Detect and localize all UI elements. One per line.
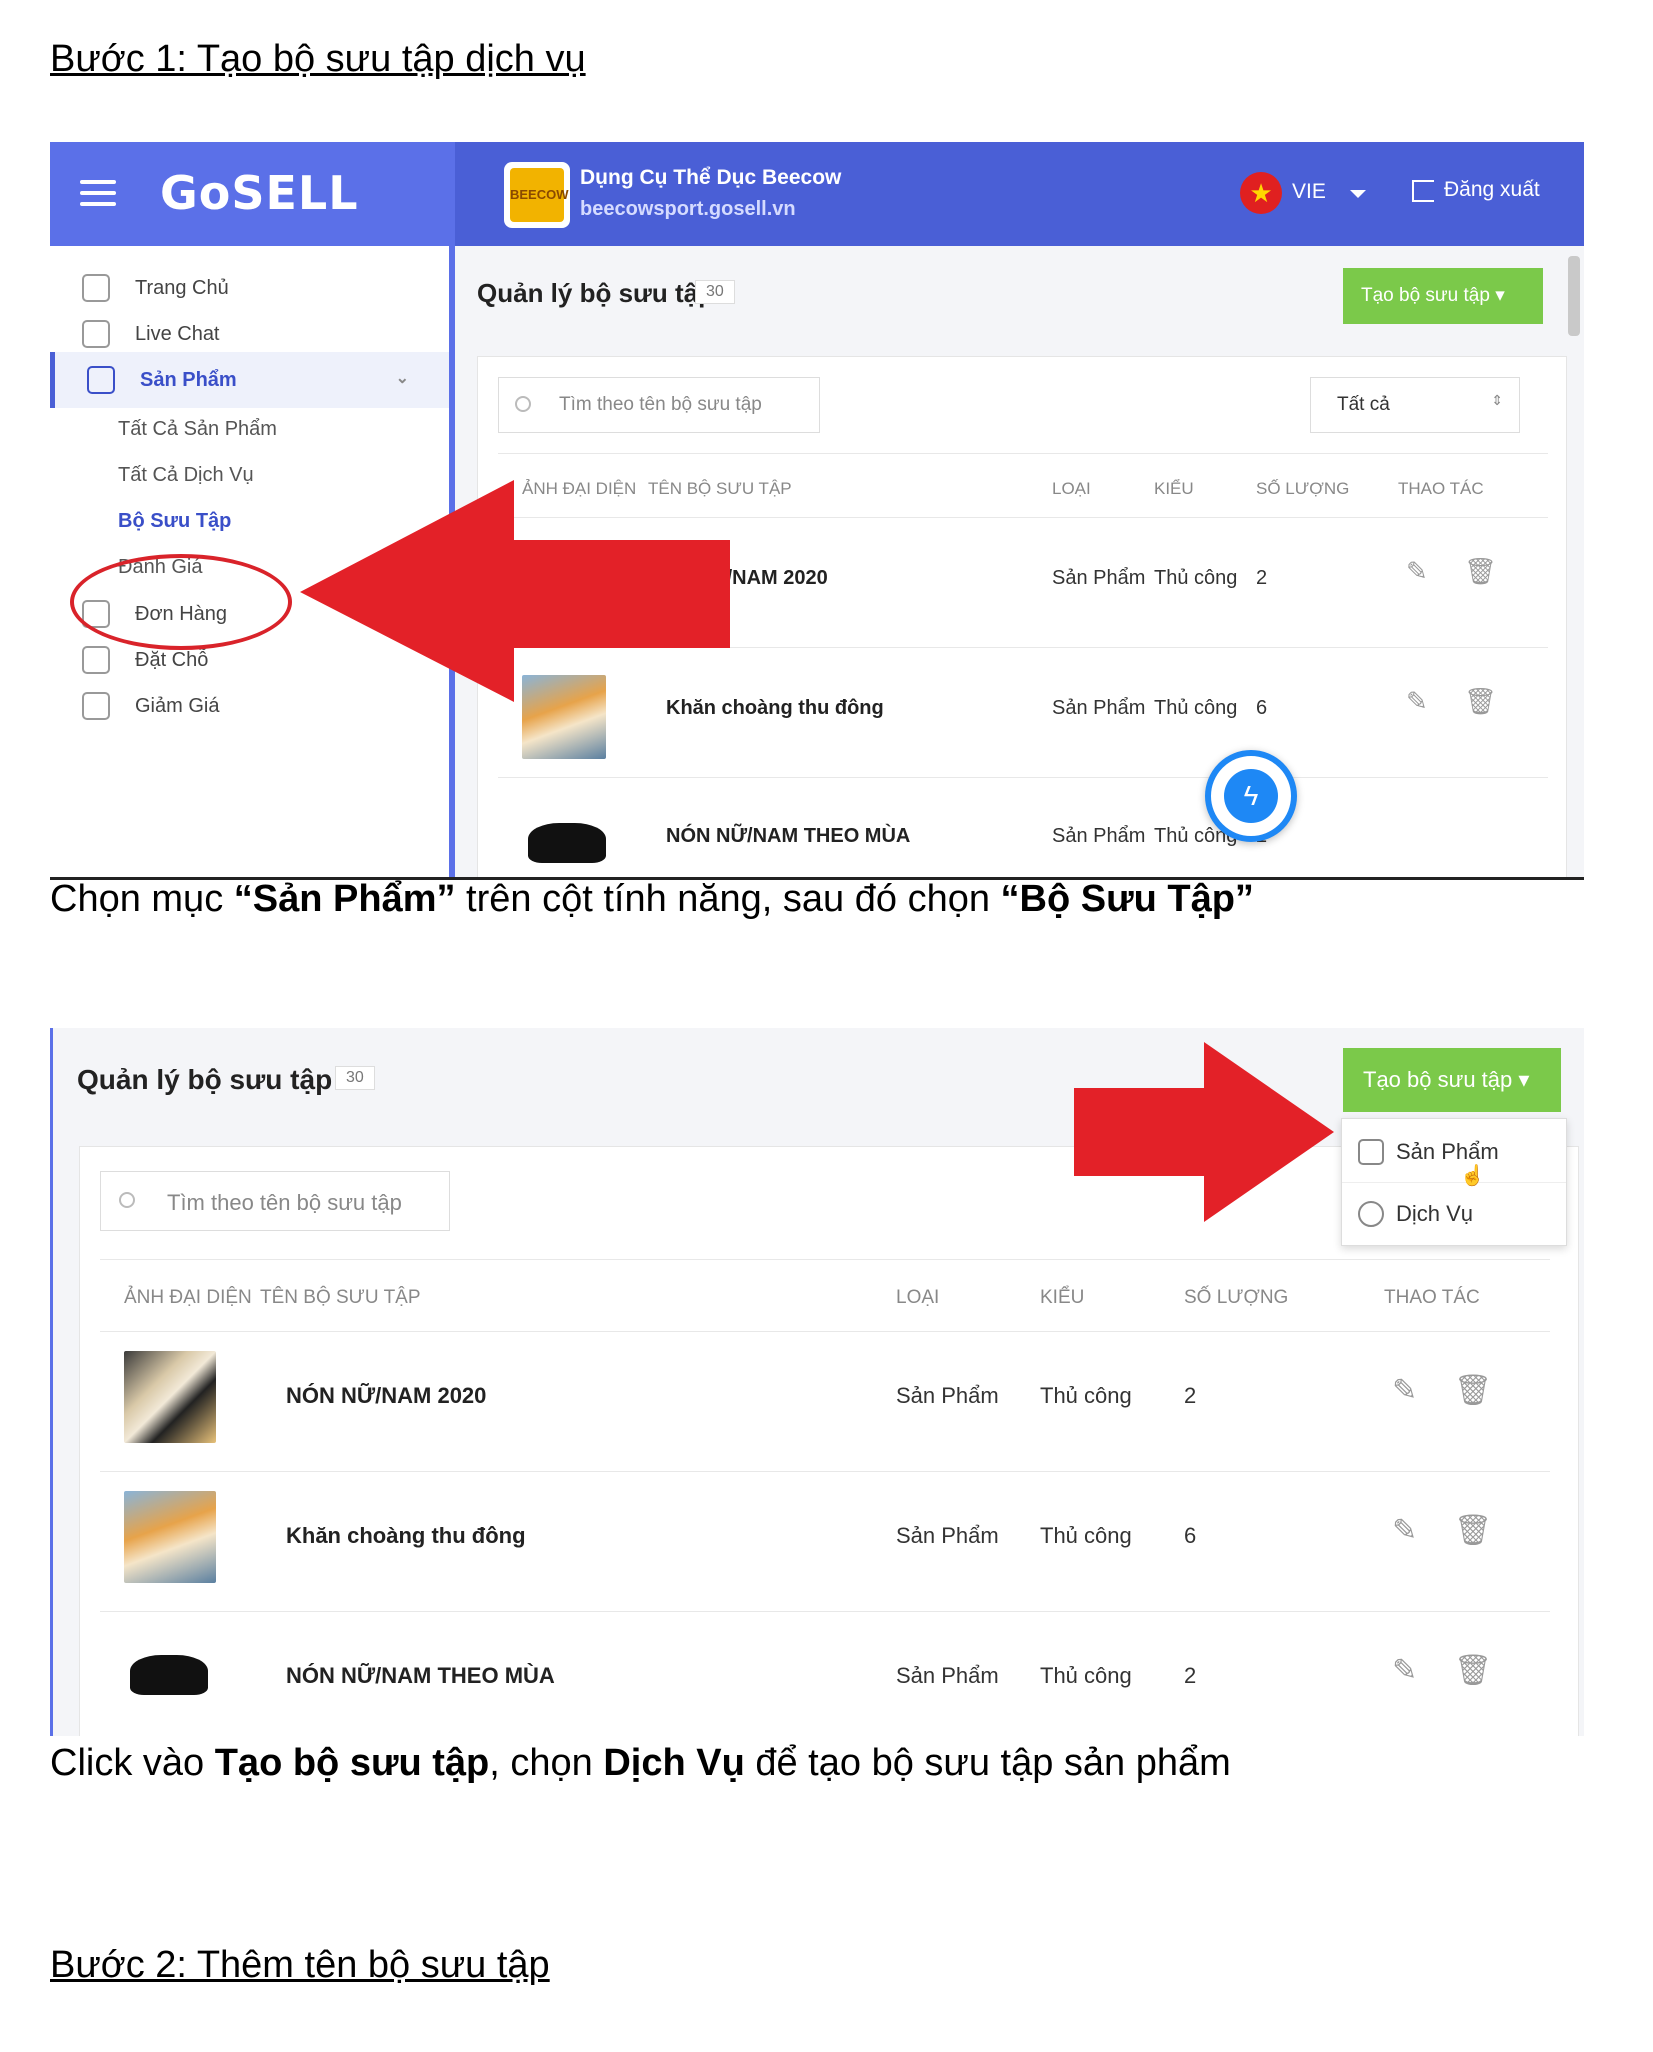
- page-title: Quản lý bộ sưu tập: [477, 278, 714, 308]
- filter-select[interactable]: Tất cả ⇕: [1310, 377, 1520, 433]
- step1b-caption: Click vào Tạo bộ sưu tập, chọn Dịch Vụ đ…: [50, 1742, 1231, 1784]
- step1-heading: Bước 1: Tạo bộ sưu tập dịch vụ: [50, 38, 586, 80]
- col-type: LOẠI: [1052, 479, 1091, 498]
- trash-icon[interactable]: 🗑: [1464, 687, 1497, 717]
- row2-type: Sản Phẩm: [1052, 697, 1146, 719]
- row2-kind: Thủ công: [1040, 1523, 1132, 1548]
- row1-thumbnail: [124, 1351, 216, 1443]
- row2-thumbnail: [124, 1491, 216, 1583]
- step1-caption: Chọn mục “Sản Phẩm” trên cột tính năng, …: [50, 878, 1254, 920]
- row1-type: Sản Phẩm: [896, 1383, 999, 1408]
- col-kind: KIỂU: [1154, 479, 1194, 498]
- chevron-down-icon: ⌄: [395, 370, 409, 387]
- search-icon: [119, 1192, 135, 1208]
- row3-type: Sản Phẩm: [896, 1663, 999, 1688]
- row2-name: Khăn choàng thu đông: [286, 1523, 526, 1548]
- sidebar-item-products[interactable]: Sản Phẩm ⌄: [50, 352, 449, 408]
- hamburger-menu-icon[interactable]: [80, 180, 116, 206]
- discount-icon: [82, 692, 110, 720]
- row3-name: NÓN NỮ/NAM THEO MÙA: [286, 1663, 555, 1688]
- chat-icon: [82, 320, 110, 348]
- dropdown-item-services[interactable]: Dịch Vụ: [1342, 1183, 1566, 1245]
- col-qty: SỐ LƯỢNG: [1256, 479, 1350, 498]
- row2-kind: Thủ công: [1154, 697, 1238, 719]
- trash-icon[interactable]: 🗑: [1454, 1653, 1492, 1688]
- shop-url: beecowsport.gosell.vn: [580, 198, 796, 220]
- trash-icon[interactable]: 🗑: [1454, 1513, 1492, 1548]
- shop-name: Dụng Cụ Thể Dục Beecow: [580, 166, 842, 189]
- language-selector[interactable]: VIE: [1292, 180, 1326, 204]
- step2-heading: Bước 2: Thêm tên bộ sưu tập: [50, 1944, 550, 1986]
- trash-icon[interactable]: 🗑: [1464, 557, 1497, 587]
- col-actions: THAO TÁC: [1398, 479, 1484, 498]
- red-arrow-left-icon: [300, 480, 730, 702]
- edit-icon[interactable]: ✎: [1392, 1653, 1417, 1688]
- col-name: TÊN BỘ SƯU TẬP: [260, 1287, 421, 1308]
- row3-qty: 2: [1184, 1663, 1197, 1688]
- row1-type: Sản Phẩm: [1052, 567, 1146, 589]
- col-kind: KIỂU: [1040, 1287, 1085, 1308]
- create-dropdown-menu: Sản Phẩm ☝ Dịch Vụ: [1341, 1118, 1567, 1246]
- row1-kind: Thủ công: [1154, 567, 1238, 589]
- row1-qty: 2: [1184, 1383, 1197, 1408]
- chevron-down-icon[interactable]: [1350, 190, 1366, 198]
- sidebar-sub-all-products[interactable]: Tất Cả Sản Phẩm: [118, 418, 277, 441]
- edit-icon[interactable]: ✎: [1392, 1373, 1417, 1408]
- sidebar-sub-collections[interactable]: Bộ Sưu Tập: [118, 510, 231, 533]
- edit-icon[interactable]: ✎: [1406, 687, 1428, 717]
- row3-type: Sản Phẩm: [1052, 825, 1146, 847]
- logo-area: GoSELL: [50, 142, 455, 246]
- row1-name: NÓN NỮ/NAM 2020: [286, 1383, 487, 1408]
- highlight-ellipse: [70, 554, 292, 650]
- calendar-icon: [82, 646, 110, 674]
- trash-icon[interactable]: 🗑: [1454, 1373, 1492, 1408]
- sidebar-sub-all-services[interactable]: Tất Cả Dịch Vụ: [118, 464, 254, 487]
- shop-avatar: BEECOW: [504, 162, 570, 228]
- screenshot-sidebar: GoSELL BEECOW Dụng Cụ Thể Dục Beecow bee…: [50, 142, 1584, 880]
- edit-icon[interactable]: ✎: [1392, 1513, 1417, 1548]
- logout-icon[interactable]: [1412, 180, 1434, 202]
- create-collection-button[interactable]: Tạo bộ sưu tập ▾: [1343, 268, 1543, 324]
- col-avatar: ẢNH ĐẠI DIỆN: [124, 1287, 252, 1308]
- red-arrow-right-icon: [1074, 1042, 1334, 1222]
- tag-icon: [87, 366, 115, 394]
- col-qty: SỐ LƯỢNG: [1184, 1287, 1289, 1308]
- tag-icon: [1358, 1139, 1384, 1165]
- row3-name: NÓN NỮ/NAM THEO MÙA: [666, 825, 911, 847]
- count-badge: 30: [335, 1066, 375, 1090]
- row2-qty: 6: [1256, 697, 1268, 719]
- gosell-logo: GoSELL: [160, 166, 359, 220]
- search-icon: [515, 396, 531, 412]
- row3-thumbnail: [522, 797, 612, 877]
- row3-thumbnail: [124, 1629, 216, 1721]
- row1-kind: Thủ công: [1040, 1383, 1132, 1408]
- count-badge: 30: [695, 280, 735, 304]
- dropdown-item-products[interactable]: Sản Phẩm ☝: [1342, 1121, 1566, 1187]
- vietnam-flag-icon: ★: [1240, 172, 1282, 214]
- home-icon: [82, 274, 110, 302]
- screenshot-create-menu: Quản lý bộ sưu tập 30 Tạo bộ sưu tập ▾ T…: [50, 1028, 1584, 1736]
- row1-qty: 2: [1256, 567, 1268, 589]
- search-input[interactable]: Tìm theo tên bộ sưu tập: [100, 1171, 450, 1231]
- row2-type: Sản Phẩm: [896, 1523, 999, 1548]
- scrollbar[interactable]: [1568, 256, 1580, 336]
- search-input[interactable]: Tìm theo tên bộ sưu tập: [498, 377, 820, 433]
- flower-icon: [1358, 1201, 1384, 1227]
- row2-qty: 6: [1184, 1523, 1197, 1548]
- logout-link[interactable]: Đăng xuất: [1444, 178, 1540, 202]
- col-actions: THAO TÁC: [1384, 1287, 1480, 1308]
- create-collection-button[interactable]: Tạo bộ sưu tập ▾: [1343, 1048, 1561, 1112]
- row3-kind: Thủ công: [1040, 1663, 1132, 1688]
- col-type: LOẠI: [896, 1287, 940, 1308]
- messenger-icon[interactable]: ϟ: [1205, 750, 1297, 842]
- page-title: Quản lý bộ sưu tập: [77, 1064, 333, 1095]
- top-bar: GoSELL BEECOW Dụng Cụ Thể Dục Beecow bee…: [50, 142, 1584, 246]
- edit-icon[interactable]: ✎: [1406, 557, 1428, 587]
